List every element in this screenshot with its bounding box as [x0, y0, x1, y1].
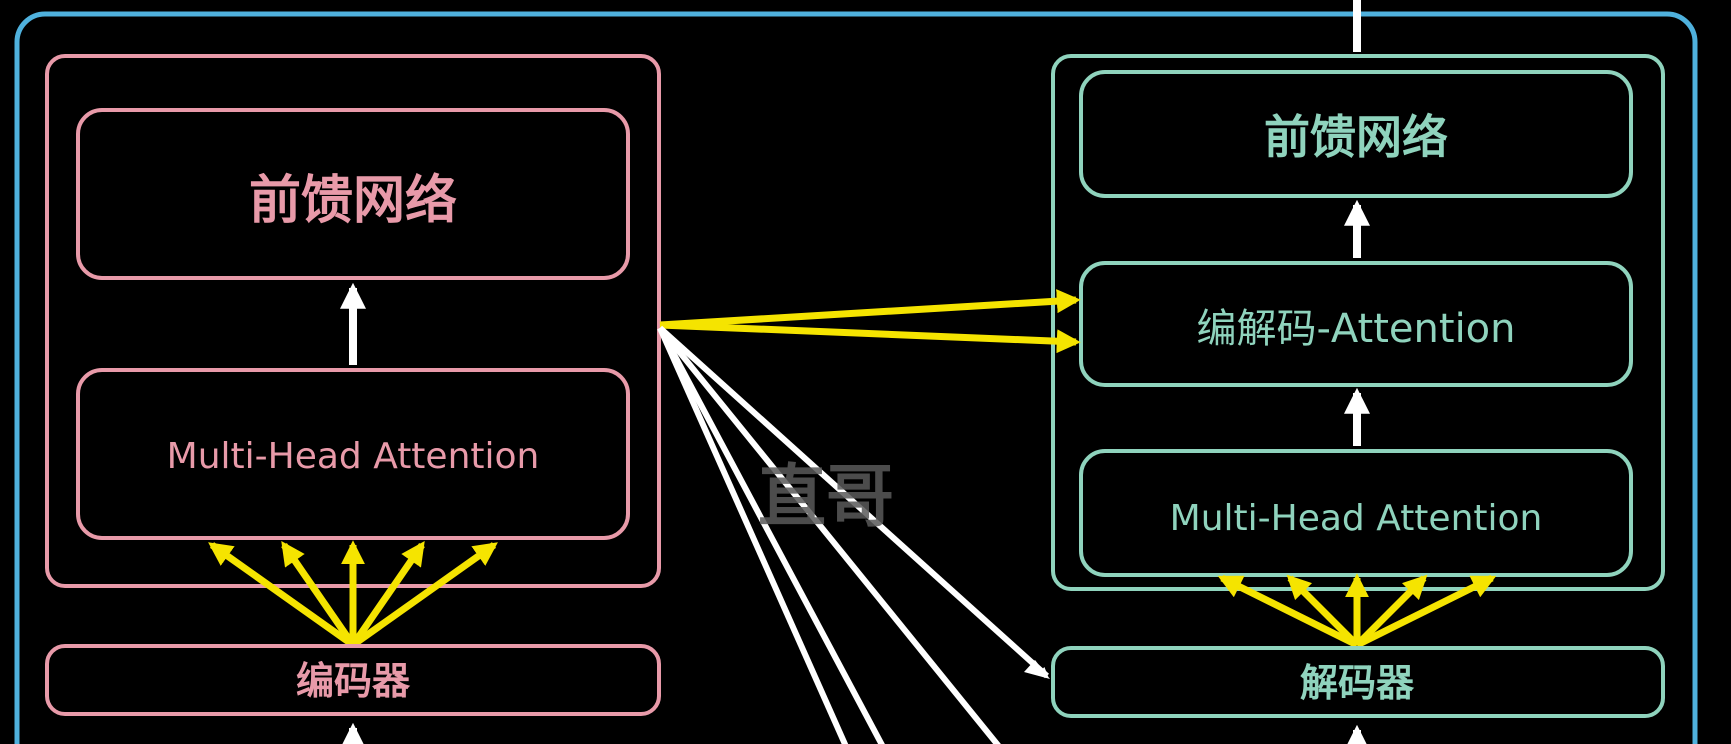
decoder-attention-label: Multi-Head Attention — [1170, 498, 1543, 539]
encoder-yellow-arrow — [350, 542, 498, 648]
encoder-yellow-arrow — [350, 541, 425, 647]
decoder-input-label: 解码器 — [1300, 661, 1415, 705]
encoder-yellow-arrow — [281, 541, 356, 647]
encoder-self-attention-arrows — [208, 540, 498, 648]
decoder-encdec-attention-label: 编解码-Attention — [1196, 306, 1515, 352]
encoder-input-label: 编码器 — [296, 659, 411, 703]
kv-arrow — [659, 289, 1081, 329]
decoder-ffn-label: 前馈网络 — [1264, 110, 1448, 164]
encoder-to-decoder-kv-arrows — [659, 289, 1081, 354]
kv-arrow — [659, 321, 1081, 354]
encoder-yellow-arrow — [208, 542, 356, 648]
transformer-diagram: 前馈网络 Multi-Head Attention 编码器 前馈网络 编解码-A… — [14, 0, 1698, 744]
encoder-attention-label: Multi-Head Attention — [167, 436, 540, 477]
encoder-ffn-label: 前馈网络 — [249, 171, 457, 231]
watermark-text: 直哥 — [758, 458, 894, 537]
